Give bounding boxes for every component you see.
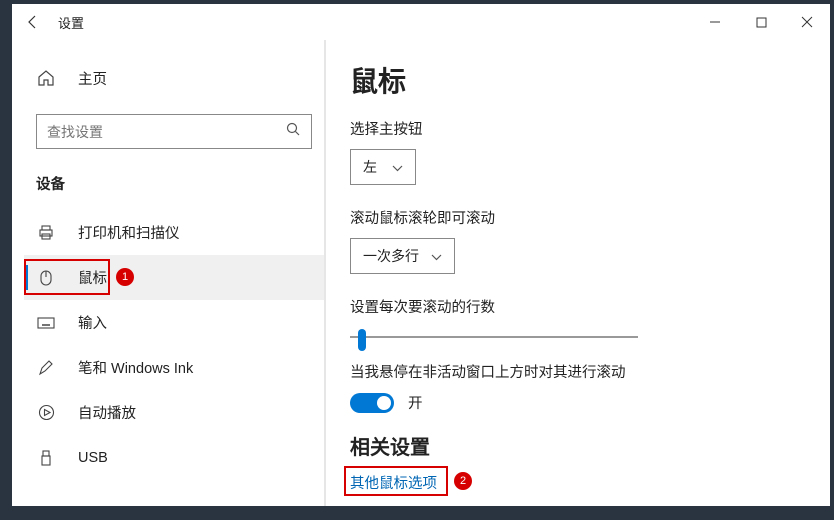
page-title: 鼠标	[350, 60, 798, 100]
home-icon	[36, 69, 56, 87]
back-button[interactable]	[12, 4, 54, 40]
sidebar-nav: 打印机和扫描仪 鼠标 1 输入	[24, 210, 326, 480]
titlebar: 设置	[12, 4, 830, 40]
slider-track	[350, 336, 638, 338]
lines-label: 设置每次要滚动的行数	[350, 296, 798, 317]
sidebar-home-label: 主页	[78, 68, 107, 89]
mouse-icon	[36, 269, 56, 287]
sidebar-item-typing[interactable]: 输入	[24, 300, 326, 345]
sidebar-item-mouse[interactable]: 鼠标 1	[24, 255, 326, 300]
maximize-button[interactable]	[738, 6, 784, 38]
sidebar-category: 设备	[36, 173, 326, 194]
scroll-mode-value: 一次多行	[363, 246, 419, 266]
inactive-scroll-toggle-text: 开	[408, 392, 423, 413]
sidebar-home[interactable]: 主页	[24, 56, 326, 100]
slider-thumb[interactable]	[358, 329, 366, 351]
sidebar-item-usb[interactable]: USB	[24, 435, 326, 480]
autoplay-icon	[36, 404, 56, 421]
keyboard-icon	[36, 316, 56, 330]
other-mouse-options-link[interactable]: 其他鼠标选项	[350, 472, 437, 493]
annotation-number-2: 2	[454, 472, 472, 490]
window-body: 主页 设备 打印机和扫描仪	[12, 40, 830, 506]
scroll-mode-select[interactable]: 一次多行	[350, 238, 455, 274]
related-heading: 相关设置	[350, 431, 798, 460]
content-pane: 鼠标 选择主按钮 左 滚动鼠标滚轮即可滚动 一次多行 设置每次要滚动的行数	[326, 40, 830, 506]
sidebar-item-label: 自动播放	[78, 402, 136, 423]
chevron-down-icon	[392, 159, 403, 175]
close-button[interactable]	[784, 6, 830, 38]
sidebar-item-autoplay[interactable]: 自动播放	[24, 390, 326, 435]
primary-button-value: 左	[363, 157, 377, 177]
inactive-scroll-row: 开	[350, 392, 798, 413]
sidebar-item-label: USB	[78, 450, 108, 466]
pen-icon	[36, 359, 56, 377]
window-title: 设置	[54, 13, 84, 32]
window-controls	[692, 6, 830, 38]
primary-button-select[interactable]: 左	[350, 149, 416, 185]
lines-slider[interactable]	[350, 327, 638, 347]
inactive-scroll-toggle[interactable]	[350, 393, 394, 413]
sidebar: 主页 设备 打印机和扫描仪	[12, 40, 326, 506]
minimize-button[interactable]	[692, 6, 738, 38]
search-input[interactable]	[37, 115, 311, 148]
sidebar-item-pen[interactable]: 笔和 Windows Ink	[24, 345, 326, 390]
search-icon	[286, 122, 301, 142]
sidebar-item-printers[interactable]: 打印机和扫描仪	[24, 210, 326, 255]
scroll-mode-label: 滚动鼠标滚轮即可滚动	[350, 207, 798, 228]
search-box[interactable]	[36, 114, 312, 149]
printer-icon	[36, 224, 56, 242]
inactive-scroll-label: 当我悬停在非活动窗口上方时对其进行滚动	[350, 361, 798, 382]
usb-icon	[36, 449, 56, 467]
sidebar-item-label: 笔和 Windows Ink	[78, 357, 193, 378]
sidebar-item-label: 打印机和扫描仪	[78, 222, 180, 243]
sidebar-item-label: 鼠标	[78, 267, 107, 288]
sidebar-item-label: 输入	[78, 312, 107, 333]
chevron-down-icon	[431, 248, 442, 264]
primary-button-label: 选择主按钮	[350, 118, 798, 139]
annotation-number-1: 1	[116, 268, 134, 286]
settings-window: 设置 主页	[12, 4, 830, 506]
